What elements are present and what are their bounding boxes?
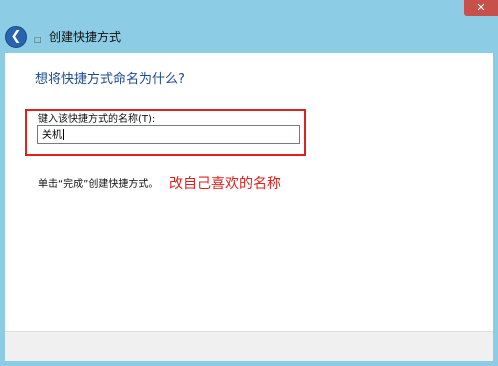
shortcut-icon: □ xyxy=(34,35,42,44)
shortcut-name-value: 关机 xyxy=(42,130,62,141)
finish-hint-text: 单击“完成”创建快捷方式。 xyxy=(38,179,159,190)
text-caret xyxy=(63,129,64,140)
shortcut-name-label: 键入该快捷方式的名称(T): xyxy=(38,114,156,125)
annotation-text: 改自己喜欢的名称 xyxy=(169,176,281,192)
window-title: 创建快捷方式 xyxy=(49,30,122,44)
close-icon: ✕ xyxy=(476,1,486,14)
wizard-content: 想将快捷方式命名为什么? 键入该快捷方式的名称(T): 关机 单击“完成”创建快… xyxy=(5,53,493,331)
back-arrow-icon: ❮ xyxy=(10,29,22,44)
back-button[interactable]: ❮ xyxy=(5,26,27,48)
wizard-footer xyxy=(5,331,493,361)
shortcut-name-input[interactable]: 关机 xyxy=(37,125,300,144)
close-button[interactable]: ✕ xyxy=(464,0,498,16)
page-heading: 想将快捷方式命名为什么? xyxy=(35,72,185,87)
